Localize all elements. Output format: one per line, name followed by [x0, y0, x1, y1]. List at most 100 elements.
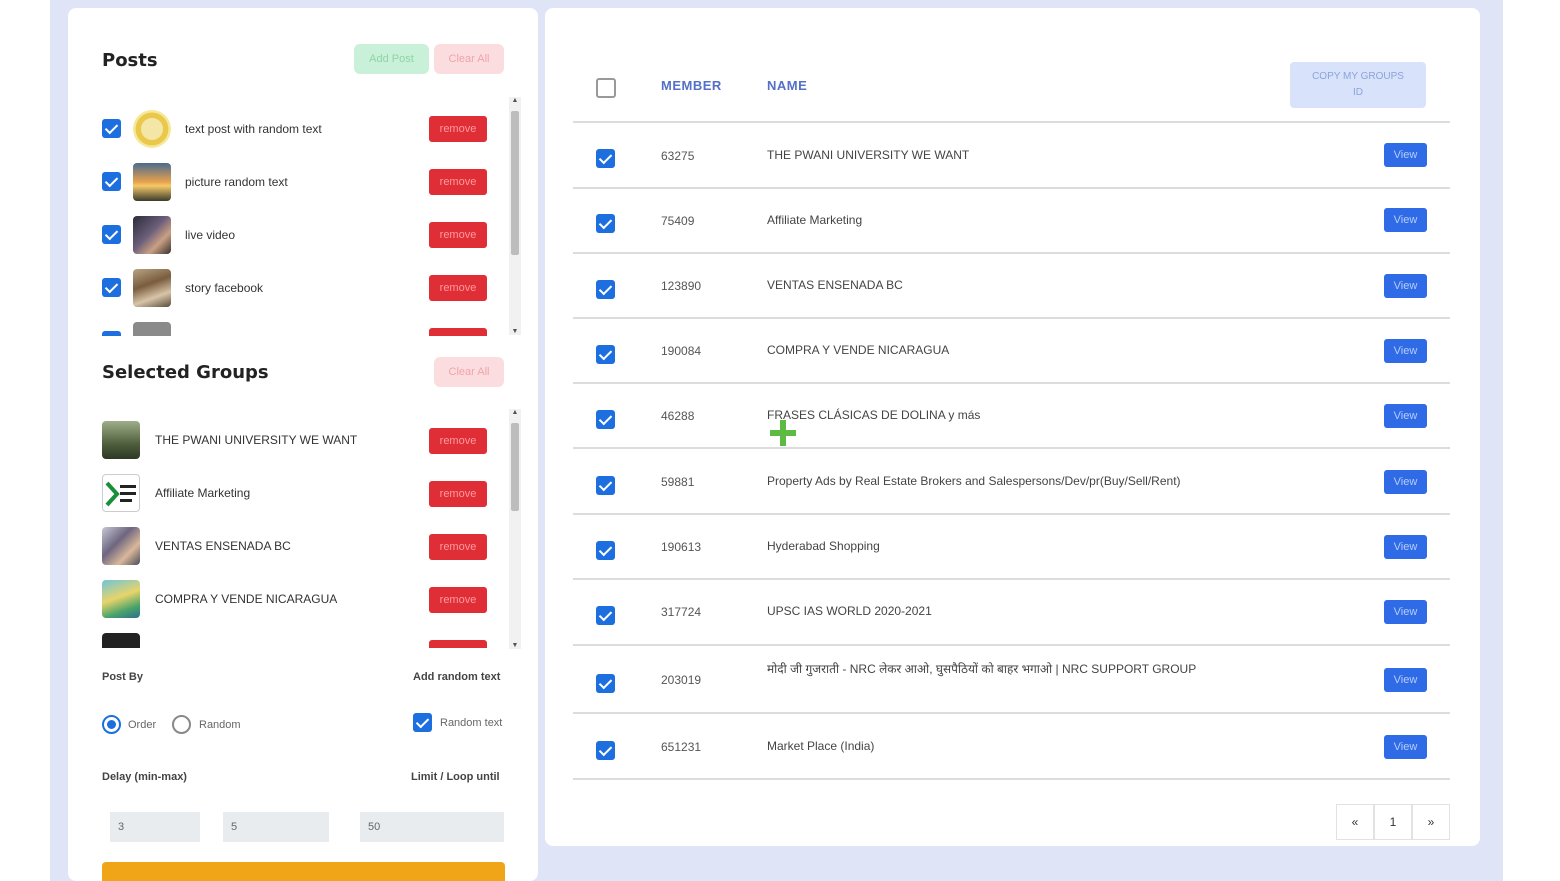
pagination-prev-button[interactable]: «	[1336, 804, 1374, 840]
group-remove-button[interactable]	[429, 640, 487, 648]
row-checkbox[interactable]	[596, 280, 615, 299]
row-divider	[573, 578, 1450, 580]
row-divider	[573, 712, 1450, 714]
row-checkbox[interactable]	[596, 410, 615, 429]
member-count: 651231	[661, 740, 702, 754]
random-text-checkbox[interactable]	[413, 713, 432, 732]
row-checkbox[interactable]	[596, 214, 615, 233]
row-checkbox[interactable]	[596, 149, 615, 168]
member-count: 190084	[661, 344, 702, 358]
group-name: Property Ads by Real Estate Brokers and …	[767, 474, 1181, 488]
scrollbar-thumb[interactable]	[511, 423, 519, 511]
groups-clear-all-button[interactable]: Clear All	[434, 357, 504, 387]
select-all-checkbox[interactable]	[596, 78, 616, 98]
selected-groups-title: Selected Groups	[102, 362, 269, 383]
post-thumbnail	[133, 110, 171, 148]
delay-min-input[interactable]	[110, 812, 200, 842]
post-checkbox[interactable]	[102, 331, 121, 336]
row-checkbox[interactable]	[596, 674, 615, 693]
posts-title: Posts	[102, 50, 158, 71]
row-divider	[573, 252, 1450, 254]
post-item-partial	[100, 320, 500, 336]
post-checkbox[interactable]	[102, 225, 121, 244]
copy-my-groups-id-button[interactable]: COPY MY GROUPS ID	[1290, 62, 1426, 108]
member-column-header: MEMBER	[661, 78, 722, 93]
group-name: Market Place (India)	[767, 739, 875, 753]
member-count: 123890	[661, 279, 702, 293]
row-checkbox[interactable]	[596, 345, 615, 364]
view-button[interactable]: View	[1384, 735, 1427, 759]
view-button[interactable]: View	[1384, 208, 1427, 232]
scroll-down-icon[interactable]: ▼	[509, 328, 521, 335]
row-checkbox[interactable]	[596, 476, 615, 495]
view-button[interactable]: View	[1384, 600, 1427, 624]
order-label: Order	[128, 719, 157, 731]
member-count: 63275	[661, 149, 695, 163]
scroll-down-icon[interactable]: ▼	[509, 642, 521, 649]
member-count: 190613	[661, 540, 702, 554]
row-divider	[573, 121, 1450, 123]
group-item: Affiliate Marketing remove	[100, 471, 500, 515]
group-label: Affiliate Marketing	[155, 486, 251, 500]
post-remove-button[interactable]: remove	[429, 169, 487, 195]
post-checkbox[interactable]	[102, 172, 121, 191]
post-remove-button[interactable]: remove	[429, 275, 487, 301]
groups-scrollbar[interactable]: ▲ ▼	[509, 409, 521, 649]
view-button[interactable]: View	[1384, 339, 1427, 363]
view-button[interactable]: View	[1384, 404, 1427, 428]
limit-input[interactable]	[360, 812, 504, 842]
scroll-up-icon[interactable]: ▲	[509, 409, 521, 416]
view-button[interactable]: View	[1384, 668, 1427, 692]
random-text-label: Random text	[440, 717, 503, 729]
post-thumbnail	[133, 322, 171, 336]
row-checkbox[interactable]	[596, 606, 615, 625]
group-thumbnail	[102, 421, 140, 459]
view-button[interactable]: View	[1384, 535, 1427, 559]
delay-max-input[interactable]	[223, 812, 329, 842]
member-count: 75409	[661, 214, 695, 228]
group-remove-button[interactable]: remove	[429, 481, 487, 507]
group-remove-button[interactable]: remove	[429, 587, 487, 613]
row-divider	[573, 382, 1450, 384]
add-post-button[interactable]: Add Post	[354, 44, 429, 74]
post-remove-button[interactable]	[429, 328, 487, 336]
posts-scrollbar[interactable]: ▲ ▼	[509, 97, 521, 335]
view-button[interactable]: View	[1384, 143, 1427, 167]
posts-list: text post with random text remove pictur…	[100, 100, 520, 336]
group-thumbnail	[102, 580, 140, 618]
order-radio[interactable]	[102, 715, 121, 734]
random-radio[interactable]	[172, 715, 191, 734]
post-thumbnail	[133, 163, 171, 201]
pagination-next-button[interactable]: »	[1412, 804, 1450, 840]
member-count: 59881	[661, 475, 695, 489]
post-remove-button[interactable]: remove	[429, 222, 487, 248]
posts-clear-all-button[interactable]: Clear All	[434, 44, 504, 74]
scrollbar-thumb[interactable]	[511, 111, 519, 255]
post-thumbnail	[133, 216, 171, 254]
scroll-up-icon[interactable]: ▲	[509, 97, 521, 104]
start-button[interactable]	[102, 862, 505, 881]
view-button[interactable]: View	[1384, 470, 1427, 494]
post-checkbox[interactable]	[102, 119, 121, 138]
member-count: 317724	[661, 605, 702, 619]
selected-groups-list: THE PWANI UNIVERSITY WE WANT remove Affi…	[100, 412, 520, 648]
pagination-page-button[interactable]: 1	[1374, 804, 1412, 840]
group-name: Affiliate Marketing	[767, 213, 863, 227]
post-item: picture random text remove	[100, 161, 500, 205]
group-remove-button[interactable]: remove	[429, 428, 487, 454]
group-label: VENTAS ENSENADA BC	[155, 539, 291, 553]
row-divider	[573, 187, 1450, 189]
row-divider	[573, 778, 1450, 780]
random-label: Random	[199, 719, 241, 731]
row-checkbox[interactable]	[596, 541, 615, 560]
post-remove-button[interactable]: remove	[429, 116, 487, 142]
group-remove-button[interactable]: remove	[429, 534, 487, 560]
post-by-label: Post By	[102, 671, 143, 683]
group-name: मोदी जी गुजराती - NRC लेकर आओ, घुसपैठियो…	[767, 662, 1197, 676]
group-name: UPSC IAS WORLD 2020-2021	[767, 604, 932, 618]
post-item: live video remove	[100, 214, 500, 258]
view-button[interactable]: View	[1384, 274, 1427, 298]
row-checkbox[interactable]	[596, 741, 615, 760]
post-checkbox[interactable]	[102, 278, 121, 297]
post-label: picture random text	[185, 175, 288, 189]
